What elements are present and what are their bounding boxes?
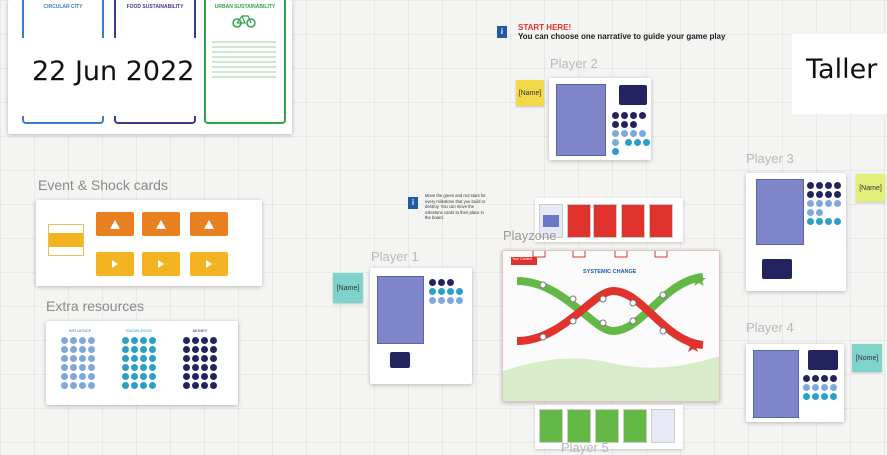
events-heading: Event & Shock cards <box>38 177 168 193</box>
player-3-name-note[interactable]: [Name] <box>856 174 885 202</box>
playzone-context-tag: Your Context <box>512 257 533 261</box>
start-here-block: START HERE! You can choose one narrative… <box>518 23 725 41</box>
playzone-board-title: SYSTEMIC CHANGE <box>583 269 637 275</box>
event-deck-card[interactable] <box>48 224 84 256</box>
taller-label-text: Taller <box>806 54 878 85</box>
milestone-cards-bottom <box>535 405 683 449</box>
warning-icon <box>110 219 120 229</box>
warning-icon <box>204 219 214 229</box>
player-2-board <box>549 78 651 160</box>
event-icon <box>206 260 212 268</box>
player-tokens[interactable] <box>428 278 470 305</box>
player-3-label: Player 3 <box>746 151 794 166</box>
player-card[interactable] <box>756 179 804 245</box>
playzone-heading: Playzone <box>503 228 557 243</box>
milestone-card[interactable] <box>649 204 673 238</box>
resource-column-label: MONEY <box>192 328 208 333</box>
money-tokens[interactable] <box>182 336 222 390</box>
milestone-card[interactable] <box>593 204 617 238</box>
shock-card[interactable] <box>96 212 134 236</box>
date-label: 22 Jun 2022 <box>18 38 196 116</box>
player-4-name-note[interactable]: [Nome] <box>852 344 882 372</box>
milestone-card[interactable] <box>595 409 619 443</box>
milestone-card[interactable] <box>621 204 645 238</box>
date-label-text: 22 Jun 2022 <box>32 56 195 87</box>
milestone-card[interactable] <box>651 409 675 443</box>
player-card[interactable] <box>753 350 799 418</box>
event-icon <box>158 260 164 268</box>
info-icon: i <box>497 26 507 38</box>
player-card[interactable] <box>556 84 606 156</box>
start-here-text: You can choose one narrative to guide yo… <box>518 32 726 41</box>
events-panel <box>36 200 262 286</box>
player-tokens[interactable] <box>806 181 846 226</box>
taller-label: Taller <box>792 34 887 114</box>
player-2-name-note[interactable]: [Name] <box>516 80 544 106</box>
milestone-card[interactable] <box>567 204 591 238</box>
event-icon <box>112 260 118 268</box>
goal-card[interactable] <box>762 259 792 279</box>
shock-card[interactable] <box>190 212 228 236</box>
player-1-label: Player 1 <box>371 249 419 264</box>
scenario-card-title: CIRCULAR CITY <box>43 4 83 10</box>
goal-card[interactable] <box>808 350 838 370</box>
player-tokens[interactable] <box>802 374 844 401</box>
goal-card[interactable] <box>390 352 410 368</box>
start-here-title: START HERE! <box>518 23 572 32</box>
player-2-label: Player 2 <box>550 56 598 71</box>
player-3-board <box>746 173 846 291</box>
event-card[interactable] <box>142 252 180 276</box>
scenario-card-body <box>212 38 276 81</box>
instructions-text: Move the green and red stars for every m… <box>425 193 486 221</box>
player-4-board <box>746 344 844 422</box>
milestone-card[interactable] <box>539 409 563 443</box>
shock-card[interactable] <box>142 212 180 236</box>
player-1-name-note[interactable]: [Name] <box>333 273 363 303</box>
milestone-card[interactable] <box>567 409 591 443</box>
playzone-board: Your Context SYSTEMIC CHANGE <box>502 250 720 402</box>
influence-tokens[interactable] <box>60 336 100 390</box>
player-4-label: Player 4 <box>746 320 794 335</box>
resource-column-label: INFLUENCE <box>68 328 92 333</box>
warning-icon <box>156 219 166 229</box>
scenario-card-title: FOOD SUSTAINABILITY <box>126 4 184 10</box>
knowledge-tokens[interactable] <box>121 336 161 390</box>
player-1-board <box>370 268 472 384</box>
milestone-card[interactable] <box>623 409 647 443</box>
player-tokens[interactable] <box>611 111 653 156</box>
info-icon: i <box>408 197 418 209</box>
event-card[interactable] <box>190 252 228 276</box>
milestone-cards-top <box>535 198 683 242</box>
goal-card[interactable] <box>619 85 647 105</box>
resource-column-label: KNOWLEDGE <box>125 328 152 333</box>
extra-resources-heading: Extra resources <box>46 298 145 314</box>
extra-resources-panel: INFLUENCE KNOWLEDGE MONEY <box>46 321 238 405</box>
player-card[interactable] <box>377 276 424 344</box>
event-card[interactable] <box>96 252 134 276</box>
scenario-card-urban-sustainability[interactable]: URBAN SUSTAINABILITY <box>204 0 286 124</box>
scenario-card-title: URBAN SUSTAINABILITY <box>214 4 276 10</box>
bicycle-icon <box>232 15 256 28</box>
